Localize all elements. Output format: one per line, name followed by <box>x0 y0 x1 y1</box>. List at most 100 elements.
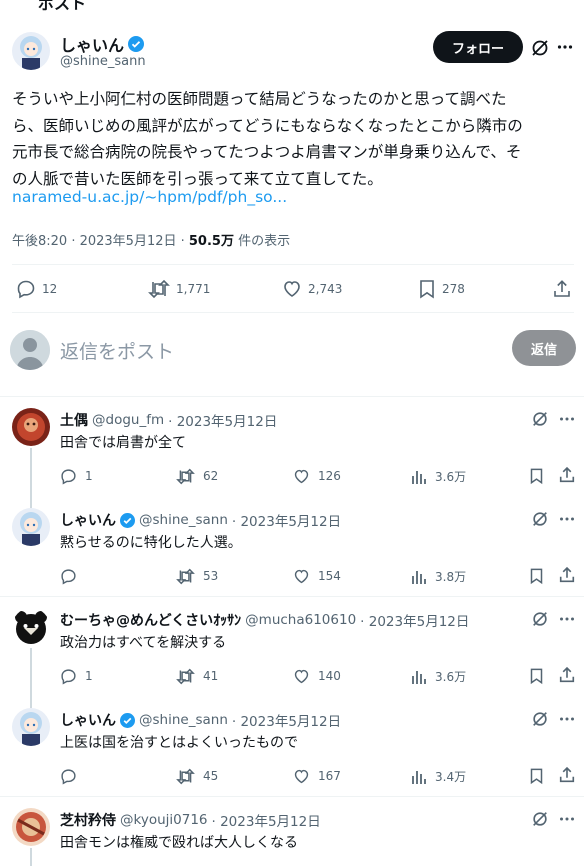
more-icon[interactable] <box>559 411 575 427</box>
like-count: 2,743 <box>308 282 343 296</box>
reply-retweet-action[interactable]: 45 <box>176 767 218 785</box>
tweet-body: そういや上小阿仁村の医師問題って結局どうなったのかと思って調べた ら、医師いじめ… <box>12 86 576 192</box>
like-count: 167 <box>318 769 341 783</box>
reply-reply-action[interactable]: 1 <box>60 667 93 685</box>
reply-author-handle[interactable]: @shine_sann <box>139 712 228 728</box>
reply-author-name[interactable]: 土偶 <box>60 410 88 430</box>
like-action[interactable]: 2,743 <box>282 278 342 300</box>
bookmark-icon[interactable] <box>529 767 544 785</box>
tweet-timestamp[interactable]: 午後8:20 · 2023年5月12日 · <box>12 234 189 249</box>
share-icon[interactable] <box>558 466 576 484</box>
heart-icon <box>294 769 309 783</box>
author-handle[interactable]: @shine_sann <box>60 54 146 69</box>
divider <box>0 596 584 597</box>
divider <box>0 796 584 797</box>
reply-text: 上医は国を治すとはよくいったもので <box>60 735 298 751</box>
bookmark-icon[interactable] <box>529 567 544 585</box>
grok-icon[interactable] <box>531 410 549 428</box>
reply-author-handle[interactable]: @mucha610610 <box>245 612 356 628</box>
reply-reply-action[interactable] <box>60 567 85 585</box>
reply-date[interactable]: · 2023年5月12日 <box>232 710 341 730</box>
reply-like-action[interactable]: 154 <box>293 567 341 585</box>
grok-icon[interactable] <box>531 810 549 828</box>
reply-avatar[interactable] <box>12 408 50 446</box>
follow-button[interactable]: フォロー <box>433 31 523 63</box>
reply-like-action[interactable]: 167 <box>293 767 341 785</box>
reply-item[interactable]: しゃいん @shine_sann · 2023年5月12日 上医は国を治すとはよくい… <box>0 698 584 798</box>
reply-author-handle[interactable]: @dogu_fm <box>92 412 164 428</box>
retweet-count: 53 <box>203 569 219 583</box>
more-icon[interactable] <box>559 511 575 527</box>
reply-count: 1 <box>85 469 93 483</box>
divider <box>0 396 584 397</box>
reply-author-handle[interactable]: @kyouji0716 <box>120 812 208 828</box>
reply-views-action[interactable]: 3.8万 <box>411 567 466 585</box>
reply-like-action[interactable]: 126 <box>293 467 341 485</box>
grok-icon[interactable] <box>531 510 549 528</box>
more-icon[interactable] <box>559 711 575 727</box>
grok-icon[interactable] <box>531 610 549 628</box>
reply-avatar[interactable] <box>12 708 50 746</box>
tweet-meta: 午後8:20 · 2023年5月12日 · 50.5万 件の表示 <box>12 230 290 249</box>
reply-retweet-action[interactable]: 62 <box>176 467 218 485</box>
author-name[interactable]: しゃいん <box>60 32 145 56</box>
reply-item[interactable]: 芝村矜侍 @kyouji0716 · 2023年5月12日 田舎モンは権威で殴れば大… <box>0 798 584 866</box>
reply-avatar[interactable] <box>12 508 50 546</box>
grok-icon[interactable] <box>530 38 550 58</box>
reply-icon <box>61 668 76 685</box>
reply-date[interactable]: · 2023年5月12日 <box>360 610 469 630</box>
more-icon[interactable] <box>559 811 575 827</box>
reply-action[interactable]: 12 <box>16 278 57 300</box>
reply-date[interactable]: · 2023年5月12日 <box>232 510 341 530</box>
reply-reply-action[interactable]: 1 <box>60 467 93 485</box>
author-avatar[interactable] <box>12 32 50 70</box>
reply-text: 田舎モンは権威で殴れば大人しくなる <box>60 835 298 851</box>
views-icon <box>412 770 426 784</box>
reply-avatar[interactable] <box>12 808 50 846</box>
author-name-text[interactable]: しゃいん <box>60 32 124 56</box>
reply-date[interactable]: · 2023年5月12日 <box>212 810 321 830</box>
reply-reply-action[interactable] <box>60 767 85 785</box>
heart-icon <box>284 281 300 297</box>
reply-author-name[interactable]: 芝村矜侍 <box>60 810 116 830</box>
reply-header: むーちゃ@めんどくさいｵｯｻﾝ @mucha610610 · 2023年5月12日 <box>60 610 469 630</box>
reply-icon <box>61 468 76 485</box>
share-icon[interactable] <box>558 766 576 784</box>
reply-like-action[interactable]: 140 <box>293 667 341 685</box>
bookmark-icon[interactable] <box>529 667 544 685</box>
reply-item[interactable]: 土偶 @dogu_fm · 2023年5月12日 田舎では肩書が全て 1 62 12… <box>0 398 584 498</box>
share-icon[interactable] <box>558 666 576 684</box>
reply-submit-button[interactable]: 返信 <box>512 330 576 366</box>
reply-author-name[interactable]: むーちゃ@めんどくさいｵｯｻﾝ <box>60 610 241 630</box>
more-icon[interactable] <box>557 39 573 55</box>
reply-header: 土偶 @dogu_fm · 2023年5月12日 <box>60 410 277 430</box>
bookmark-action[interactable]: 278 <box>418 278 465 300</box>
tweet-author: しゃいん @shine_sann フォロー <box>12 30 573 72</box>
reply-date[interactable]: · 2023年5月12日 <box>168 410 277 430</box>
tweet-link[interactable]: naramed-u.ac.jp/~hpm/pdf/ph_so... <box>12 188 287 206</box>
retweet-count: 45 <box>203 769 219 783</box>
share-action[interactable] <box>552 278 572 300</box>
like-count: 126 <box>318 469 341 483</box>
retweet-icon <box>176 468 195 484</box>
more-icon[interactable] <box>559 611 575 627</box>
share-icon[interactable] <box>558 566 576 584</box>
reply-author-name[interactable]: しゃいん <box>60 710 116 730</box>
reply-retweet-action[interactable]: 53 <box>176 567 218 585</box>
grok-icon[interactable] <box>531 710 549 728</box>
reply-item[interactable]: しゃいん @shine_sann · 2023年5月12日 黙らせるのに特化した人選… <box>0 498 584 598</box>
retweet-count: 62 <box>203 469 219 483</box>
reply-author-name[interactable]: しゃいん <box>60 510 116 530</box>
bookmark-icon[interactable] <box>529 467 544 485</box>
reply-retweet-action[interactable]: 41 <box>176 667 218 685</box>
reply-views-action[interactable]: 3.4万 <box>411 767 466 785</box>
reply-views-action[interactable]: 3.6万 <box>411 667 466 685</box>
reply-text: 政治力はすべてを解決する <box>60 635 227 651</box>
reply-avatar[interactable] <box>12 608 50 646</box>
reply-input[interactable]: 返信をポスト <box>60 337 174 364</box>
reply-views-action[interactable]: 3.6万 <box>411 467 466 485</box>
reply-author-handle[interactable]: @shine_sann <box>139 512 228 528</box>
my-avatar[interactable] <box>10 330 50 370</box>
reply-item[interactable]: むーちゃ@めんどくさいｵｯｻﾝ @mucha610610 · 2023年5月12日 … <box>0 598 584 698</box>
retweet-action[interactable]: 1,771 <box>148 278 210 300</box>
